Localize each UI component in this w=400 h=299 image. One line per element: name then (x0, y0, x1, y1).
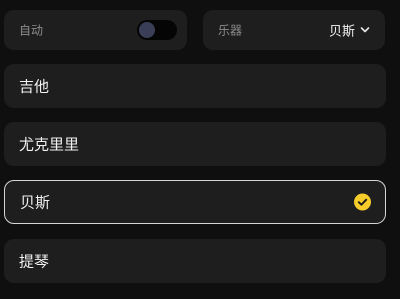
option-ukulele[interactable]: 尤克里里 (4, 122, 386, 166)
instrument-select[interactable]: 乐器 贝斯 (203, 10, 385, 50)
auto-mode-label: 自动 (19, 23, 44, 38)
option-label: 尤克里里 (19, 135, 80, 154)
option-label: 提琴 (19, 252, 50, 271)
option-guitar[interactable]: 吉他 (4, 64, 386, 108)
auto-mode-card: 自动 (4, 10, 187, 50)
option-violin[interactable]: 提琴 (4, 239, 386, 283)
instrument-settings-panel: 自动 乐器 贝斯 吉他 尤克里里 贝斯 提琴 (0, 0, 400, 299)
chevron-down-icon (360, 27, 370, 33)
toggle-knob (139, 22, 155, 38)
option-label: 贝斯 (20, 193, 51, 212)
option-bass[interactable]: 贝斯 (4, 180, 386, 224)
auto-mode-toggle[interactable] (137, 20, 177, 40)
check-circle-icon (354, 193, 371, 211)
option-label: 吉他 (19, 77, 50, 96)
instrument-select-label: 乐器 (218, 23, 243, 38)
instrument-select-value: 贝斯 (328, 24, 355, 40)
